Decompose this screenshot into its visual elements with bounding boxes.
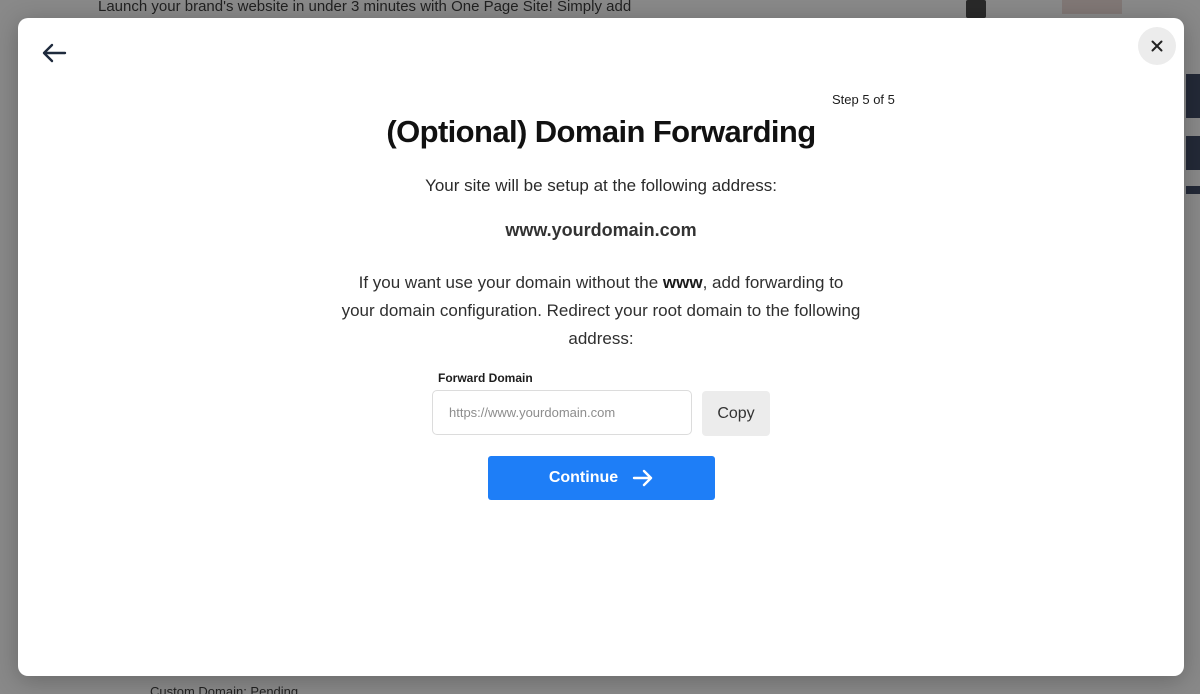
site-domain: www.yourdomain.com	[505, 220, 697, 240]
domain-forwarding-modal: Step 5 of 5 (Optional) Domain Forwarding…	[18, 18, 1184, 676]
arrow-left-icon	[42, 43, 67, 63]
arrow-right-icon	[632, 469, 653, 487]
modal-title: (Optional) Domain Forwarding	[386, 114, 816, 149]
instructions-text: If you want use your domain without the	[358, 273, 663, 292]
close-button[interactable]	[1138, 27, 1176, 65]
close-icon	[1151, 40, 1163, 52]
modal-subtitle: Your site will be setup at the following…	[425, 176, 777, 195]
continue-button-label: Continue	[548, 469, 619, 486]
forward-domain-label: Forward Domain	[438, 371, 533, 385]
forwarding-instructions: If you want use your domain without the …	[341, 269, 861, 353]
copy-button[interactable]: Copy	[702, 391, 770, 436]
instructions-www-emphasis: www	[662, 273, 703, 292]
step-indicator: Step 5 of 5	[832, 92, 895, 107]
continue-button[interactable]: Continue	[488, 456, 715, 500]
forward-domain-input[interactable]	[432, 390, 692, 435]
back-button[interactable]	[38, 38, 70, 68]
